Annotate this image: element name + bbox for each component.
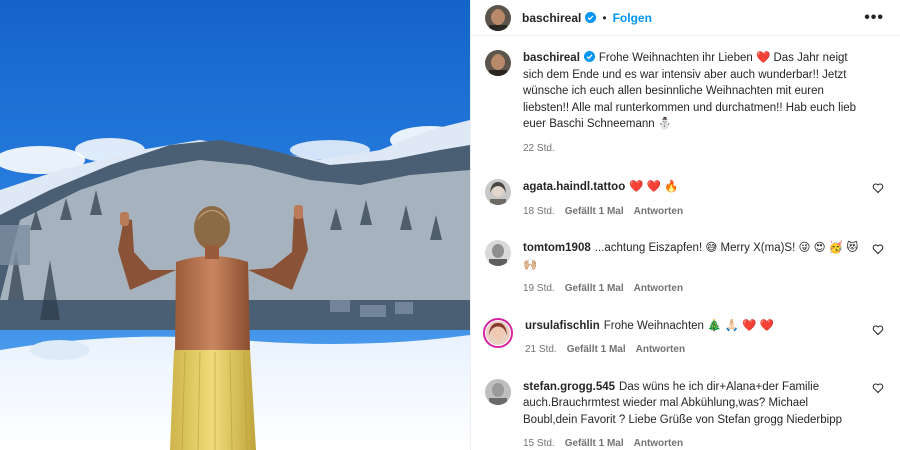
winter-mountain-photo: [0, 0, 470, 450]
comment-meta: 18 Std. Gefällt 1 Mal Antworten: [523, 204, 862, 221]
reply-button[interactable]: Antworten: [636, 342, 685, 359]
comment-username[interactable]: tomtom1908: [523, 242, 591, 254]
more-options-icon[interactable]: •••: [864, 9, 884, 27]
comment-text: ❤️ ❤️ 🔥: [629, 181, 679, 193]
comment-body: stefan.grogg.545 Das wüns he ich dir+Alan…: [523, 379, 886, 450]
comments-list: baschireal Frohe Weihnachten ihr Lieben ❤…: [471, 36, 900, 450]
comment-body: tomtom1908 ...achtung Eiszapfen! 😅 Merry …: [523, 240, 886, 298]
comment-row: agata.haindl.tattoo ❤️ ❤️ 🔥 18 Std. Gefäl…: [485, 179, 886, 220]
profile-photo: [485, 378, 511, 405]
avatar[interactable]: [485, 179, 511, 205]
heart-outline-icon[interactable]: [872, 182, 884, 194]
comment-likes[interactable]: Gefällt 1 Mal: [565, 281, 624, 298]
profile-photo: [485, 50, 511, 76]
comment-row: ursulafischlin Frohe Weihnachten 🎄 🙏🏻 ❤️ …: [483, 317, 886, 359]
reply-button[interactable]: Antworten: [634, 281, 683, 298]
post-author-username[interactable]: baschireal: [522, 11, 581, 25]
avatar[interactable]: [485, 240, 511, 266]
comment-time[interactable]: 15 Std.: [523, 436, 555, 450]
comment-time[interactable]: 21 Std.: [525, 342, 557, 359]
caption-username[interactable]: baschireal: [523, 52, 580, 64]
caption-body: baschireal Frohe Weihnachten ihr Lieben ❤…: [523, 50, 886, 157]
comment-username[interactable]: stefan.grogg.545: [523, 381, 615, 393]
post-header: baschireal • Folgen •••: [471, 0, 900, 36]
heart-outline-icon[interactable]: [872, 324, 884, 336]
comment-likes[interactable]: Gefällt 1 Mal: [567, 342, 626, 359]
caption-time[interactable]: 22 Std.: [523, 141, 555, 158]
comment-body: ursulafischlin Frohe Weihnachten 🎄 🙏🏻 ❤️ …: [525, 318, 886, 359]
comment-body: agata.haindl.tattoo ❤️ ❤️ 🔥 18 Std. Gefäl…: [523, 179, 886, 220]
reply-button[interactable]: Antworten: [634, 204, 683, 221]
caption-row: baschireal Frohe Weihnachten ihr Lieben ❤…: [485, 50, 886, 157]
heart-outline-icon[interactable]: [872, 243, 884, 255]
comment-username[interactable]: agata.haindl.tattoo: [523, 181, 625, 193]
profile-photo: [486, 320, 510, 345]
profile-photo: [485, 179, 511, 205]
follow-button[interactable]: Folgen: [613, 11, 652, 25]
verified-badge-icon: [583, 51, 595, 62]
avatar[interactable]: [483, 317, 513, 348]
comment-username[interactable]: ursulafischlin: [525, 320, 600, 332]
comment-row: tomtom1908 ...achtung Eiszapfen! 😅 Merry …: [485, 240, 886, 298]
post-image[interactable]: [0, 0, 470, 450]
avatar[interactable]: [485, 378, 511, 405]
comment-meta: 21 Std. Gefällt 1 Mal Antworten: [525, 342, 862, 359]
avatar[interactable]: [485, 50, 511, 76]
comment-time[interactable]: 18 Std.: [523, 204, 555, 221]
reply-button[interactable]: Antworten: [634, 436, 683, 450]
comment-meta: 15 Std. Gefällt 1 Mal Antworten: [523, 436, 862, 450]
comment-likes[interactable]: Gefällt 1 Mal: [565, 436, 624, 450]
comment-meta: 19 Std. Gefällt 1 Mal Antworten: [523, 281, 862, 298]
profile-photo: [485, 240, 511, 266]
instagram-post: baschireal • Folgen ••• baschireal Frohe…: [0, 0, 900, 450]
comment-likes[interactable]: Gefällt 1 Mal: [565, 204, 624, 221]
heart-outline-icon[interactable]: [872, 382, 884, 394]
comment-time[interactable]: 19 Std.: [523, 281, 555, 298]
verified-badge-icon: [585, 12, 597, 23]
profile-photo: [485, 4, 511, 31]
comment-row: stefan.grogg.545 Das wüns he ich dir+Alan…: [485, 378, 886, 450]
caption-meta: 22 Std.: [523, 141, 862, 158]
avatar[interactable]: [485, 4, 511, 31]
comment-text: Frohe Weihnachten 🎄 🙏🏻 ❤️ ❤️: [603, 319, 774, 332]
post-sidebar: baschireal • Folgen ••• baschireal Frohe…: [470, 0, 900, 450]
separator-dot: •: [602, 10, 607, 25]
